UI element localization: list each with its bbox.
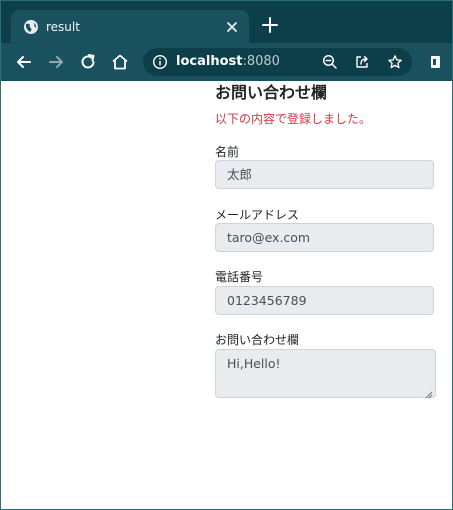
browser-window: result localhost:8080 お問い合わせ欄 以下の内容で登録しま… (0, 0, 453, 510)
page-content: お問い合わせ欄 以下の内容で登録しました。 名前 太郎 メールアドレス taro… (1, 81, 452, 509)
close-icon[interactable] (223, 18, 241, 36)
email-label: メールアドレス (215, 208, 300, 222)
tab-strip: result (1, 1, 452, 43)
extension-icon[interactable] (425, 52, 445, 72)
email-field[interactable]: taro@ex.com (215, 223, 434, 252)
phone-field[interactable]: 0123456789 (215, 286, 434, 315)
tab-title: result (46, 20, 80, 34)
plus-icon[interactable] (260, 15, 280, 35)
home-icon[interactable] (110, 52, 130, 72)
tab-result[interactable]: result (11, 10, 249, 43)
url-port: :8080 (242, 54, 280, 69)
inquiry-text: Hi,Hello! (227, 356, 281, 371)
globe-icon (23, 19, 39, 35)
address-bar[interactable]: localhost:8080 (143, 48, 412, 76)
url-host: localhost (176, 54, 243, 69)
name-label: 名前 (215, 145, 240, 159)
browser-toolbar: localhost:8080 (1, 43, 452, 81)
inquiry-label: お問い合わせ欄 (215, 333, 300, 347)
resize-handle-icon[interactable] (425, 387, 433, 399)
url-text[interactable]: localhost:8080 (176, 54, 280, 70)
name-field[interactable]: 太郎 (215, 160, 434, 189)
reload-icon[interactable] (78, 52, 98, 72)
page-title: お問い合わせ欄 (215, 83, 328, 102)
info-icon[interactable] (152, 54, 168, 70)
inquiry-textarea[interactable]: Hi,Hello! (215, 349, 436, 399)
star-icon[interactable] (387, 54, 403, 70)
share-icon[interactable] (354, 54, 370, 70)
zoom-out-icon[interactable] (322, 54, 338, 70)
phone-label: 電話番号 (215, 270, 264, 284)
arrow-right-icon[interactable] (46, 52, 66, 72)
arrow-left-icon[interactable] (14, 52, 34, 72)
success-message: 以下の内容で登録しました。 (215, 112, 372, 126)
